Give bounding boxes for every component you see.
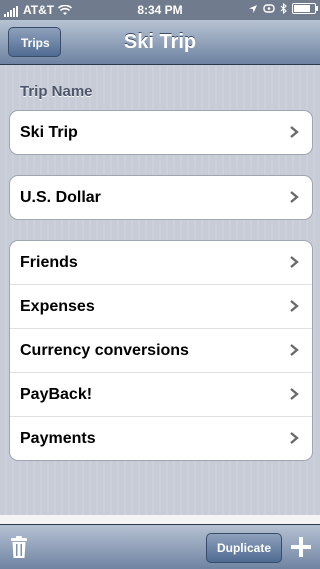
currency-value: U.S. Dollar: [20, 189, 101, 206]
location-icon: [249, 4, 257, 13]
chevron-right-icon: [290, 256, 299, 268]
menu-item-label: Currency conversions: [20, 342, 189, 359]
currency-group: U.S. Dollar: [9, 175, 313, 220]
chevron-right-icon: [290, 191, 299, 203]
menu-item-expenses[interactable]: Expenses: [10, 285, 312, 329]
menu-item-label: PayBack!: [20, 386, 93, 403]
menu-item-label: Friends: [20, 254, 78, 271]
bluetooth-icon: [280, 3, 287, 14]
menu-item-payback[interactable]: PayBack!: [10, 373, 312, 417]
menu-item-friends[interactable]: Friends: [10, 241, 312, 285]
menu-item-label: Expenses: [20, 298, 95, 315]
chevron-right-icon: [290, 432, 299, 444]
plus-icon[interactable]: [290, 536, 312, 558]
trip-name-cell[interactable]: Ski Trip: [10, 111, 312, 154]
status-right: [248, 3, 318, 14]
menu-item-label: Payments: [20, 430, 96, 447]
currency-cell[interactable]: U.S. Dollar: [10, 176, 312, 219]
bottom-toolbar: Duplicate: [0, 524, 320, 569]
chevron-right-icon: [290, 344, 299, 356]
menu-group: Friends Expenses Currency conversions Pa…: [9, 240, 313, 461]
settings-table: Trip Name Ski Trip U.S. Dollar Friends E…: [0, 65, 320, 515]
chevron-right-icon: [290, 300, 299, 312]
trip-name-header: Trip Name: [20, 83, 93, 100]
chevron-right-icon: [290, 388, 299, 400]
menu-item-currency-conversions[interactable]: Currency conversions: [10, 329, 312, 373]
back-button[interactable]: Trips: [8, 27, 61, 57]
chevron-right-icon: [290, 126, 299, 138]
content-bottom-strip: [0, 515, 320, 524]
status-bar: AT&T 8:34 PM: [0, 0, 320, 20]
trash-icon[interactable]: [9, 535, 29, 559]
duplicate-button[interactable]: Duplicate: [206, 533, 282, 563]
battery-icon: [292, 3, 318, 14]
alarm-icon: [263, 4, 275, 13]
menu-item-payments[interactable]: Payments: [10, 417, 312, 460]
trip-name-group: Ski Trip: [9, 110, 313, 155]
navigation-bar: Ski Trip Trips: [0, 20, 320, 65]
trip-name-value: Ski Trip: [20, 124, 78, 141]
